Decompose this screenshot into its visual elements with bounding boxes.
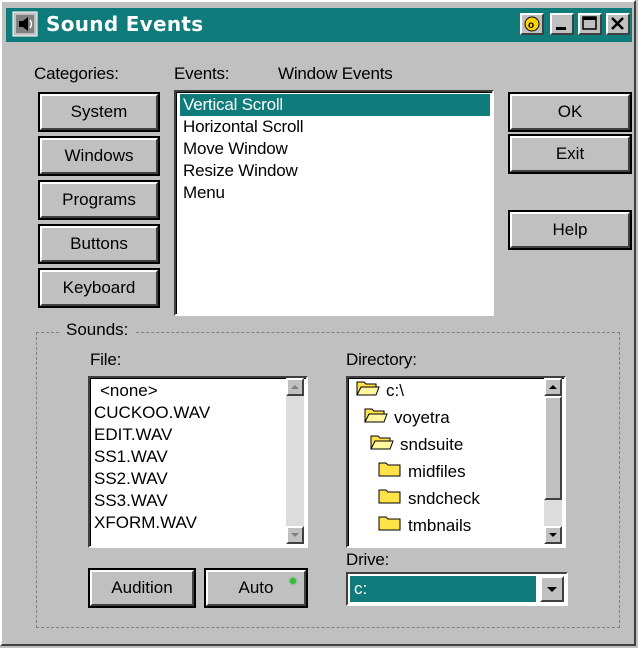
arrow-up-icon [291, 385, 299, 389]
file-item[interactable]: SS2.WAV [94, 468, 168, 490]
categories-label: Categories: [34, 64, 119, 83]
app-speaker-icon [12, 11, 38, 37]
audition-button[interactable]: Audition [90, 570, 194, 606]
arrow-down-icon [291, 533, 299, 537]
file-item[interactable]: SS3.WAV [94, 490, 168, 512]
arrow-up-icon [549, 385, 557, 389]
folder-icon [378, 487, 402, 513]
open-folder-icon [356, 379, 380, 405]
directory-label: Directory: [346, 350, 417, 369]
file-list[interactable]: <none> CUCKOO.WAV EDIT.WAV SS1.WAV SS2.W… [88, 376, 308, 548]
drive-select[interactable]: c: [346, 572, 568, 606]
dir-item-sndcheck[interactable]: sndcheck [378, 486, 480, 512]
category-windows-button[interactable]: Windows [40, 138, 158, 174]
directory-list[interactable]: c:\ voyetra sndsuite midfiles sndcheck t [346, 376, 566, 548]
category-programs-button[interactable]: Programs [40, 182, 158, 218]
dir-item-tmbnails[interactable]: tmbnails [378, 513, 471, 539]
svg-text:o: o [528, 20, 534, 31]
dir-item-sndsuite[interactable]: sndsuite [370, 432, 463, 458]
title-bar[interactable]: Sound Events o [6, 8, 632, 42]
voyetra-logo-icon: o [524, 16, 540, 32]
auto-led-indicator [290, 578, 296, 584]
folder-icon [378, 460, 402, 486]
event-item-vertical-scroll[interactable]: Vertical Scroll [180, 94, 490, 116]
event-item-resize-window[interactable]: Resize Window [180, 160, 301, 182]
file-item[interactable]: EDIT.WAV [94, 424, 172, 446]
drive-dropdown-button[interactable] [540, 576, 564, 602]
maximize-button[interactable] [578, 13, 602, 35]
extra-title-button[interactable]: o [520, 13, 544, 35]
category-buttons-button[interactable]: Buttons [40, 226, 158, 262]
file-item[interactable]: XFORM.WAV [94, 512, 197, 534]
maximize-icon [582, 16, 597, 30]
close-icon [611, 17, 624, 30]
file-item[interactable]: CUCKOO.WAV [94, 402, 210, 424]
close-button[interactable] [606, 13, 630, 35]
category-keyboard-button[interactable]: Keyboard [40, 270, 158, 306]
file-label: File: [90, 350, 122, 369]
open-folder-icon [364, 406, 388, 432]
file-list-scrollbar[interactable] [286, 378, 304, 544]
help-button[interactable]: Help [510, 212, 630, 248]
drive-value: c: [350, 576, 536, 602]
sounds-group-label: Sounds: [60, 320, 135, 340]
events-label: Events: [174, 64, 230, 83]
ok-button[interactable]: OK [510, 94, 630, 130]
chevron-down-icon [547, 587, 557, 592]
event-item-menu[interactable]: Menu [180, 182, 228, 204]
file-item-none[interactable]: <none> [100, 380, 158, 402]
scroll-up-button[interactable] [544, 378, 562, 396]
sound-events-dialog: Sound Events o Categories: Events: Windo… [0, 0, 636, 646]
minimize-button[interactable] [550, 13, 574, 35]
scroll-thumb[interactable] [544, 396, 562, 500]
auto-button[interactable]: Auto [206, 570, 306, 606]
file-item[interactable]: SS1.WAV [94, 446, 168, 468]
events-list[interactable]: Vertical Scroll Horizontal Scroll Move W… [174, 90, 494, 316]
window-title: Sound Events [46, 12, 204, 36]
directory-list-scrollbar[interactable] [544, 378, 562, 544]
arrow-down-icon [549, 533, 557, 537]
open-folder-icon [370, 433, 394, 459]
minimize-icon [556, 27, 566, 30]
dir-item-midfiles[interactable]: midfiles [378, 459, 466, 485]
category-system-button[interactable]: System [40, 94, 158, 130]
scroll-up-button[interactable] [286, 378, 304, 396]
exit-button[interactable]: Exit [510, 136, 630, 172]
drive-label: Drive: [346, 550, 390, 569]
event-item-horizontal-scroll[interactable]: Horizontal Scroll [180, 116, 306, 138]
dir-item-voyetra[interactable]: voyetra [364, 405, 450, 431]
folder-icon [378, 514, 402, 540]
event-item-move-window[interactable]: Move Window [180, 138, 291, 160]
scroll-down-button[interactable] [286, 526, 304, 544]
dir-item-root[interactable]: c:\ [356, 378, 404, 404]
event-group-label: Window Events [278, 64, 393, 83]
scroll-down-button[interactable] [544, 526, 562, 544]
